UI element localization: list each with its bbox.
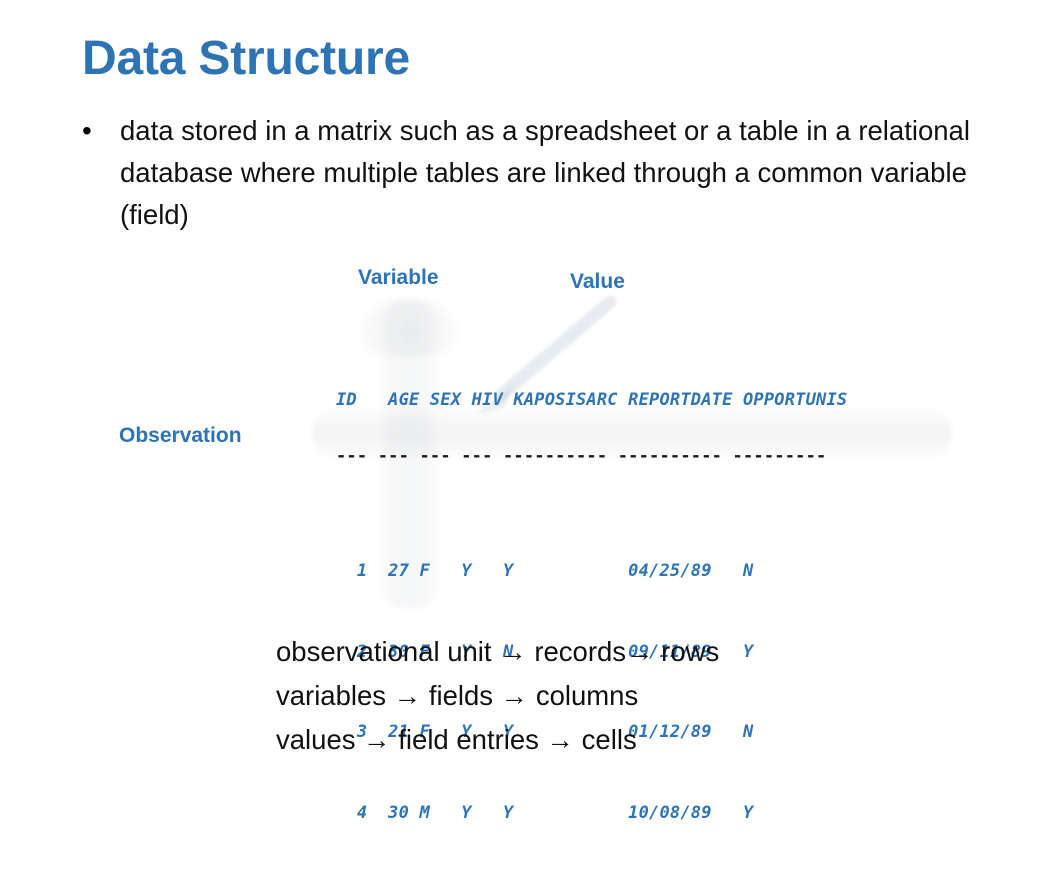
bullet-text: data stored in a matrix such as a spread… <box>120 115 970 230</box>
table-row: 4 30 M Y Y 10/08/89 Y <box>336 802 754 823</box>
terminology-mapping: observational unit → records→ rows varia… <box>208 630 1048 762</box>
mapping-line-columns: variables → ﬁelds → columns <box>276 680 639 711</box>
slide-canvas: Data Structure • data stored in a matrix… <box>0 0 1062 821</box>
callout-label-value: Value <box>570 270 625 293</box>
variable-column-pointer-ghost <box>360 296 458 356</box>
callout-label-variable: Variable <box>358 266 439 289</box>
callout-label-observation: Observation <box>119 424 242 447</box>
listing-rule: --- --- --- --- ---------- ---------- --… <box>336 446 827 466</box>
listing-column-headers: ID AGE SEX HIV KAPOSISARC REPORTDATE OPP… <box>336 390 848 410</box>
bullet-marker-icon: • <box>82 115 92 146</box>
table-row: 1 27 F Y Y 04/25/89 N <box>336 561 754 581</box>
bullet-paragraph: • data stored in a matrix such as a spre… <box>78 110 998 236</box>
listing-spacer <box>336 504 847 529</box>
mapping-line-records: observational unit → records→ rows <box>276 636 720 667</box>
data-listing: ID AGE SEX HIV KAPOSISARC REPORTDATE OPP… <box>336 358 847 885</box>
page-title: Data Structure <box>82 32 410 85</box>
mapping-line-cells: values → ﬁeld entries → cells <box>276 724 637 755</box>
